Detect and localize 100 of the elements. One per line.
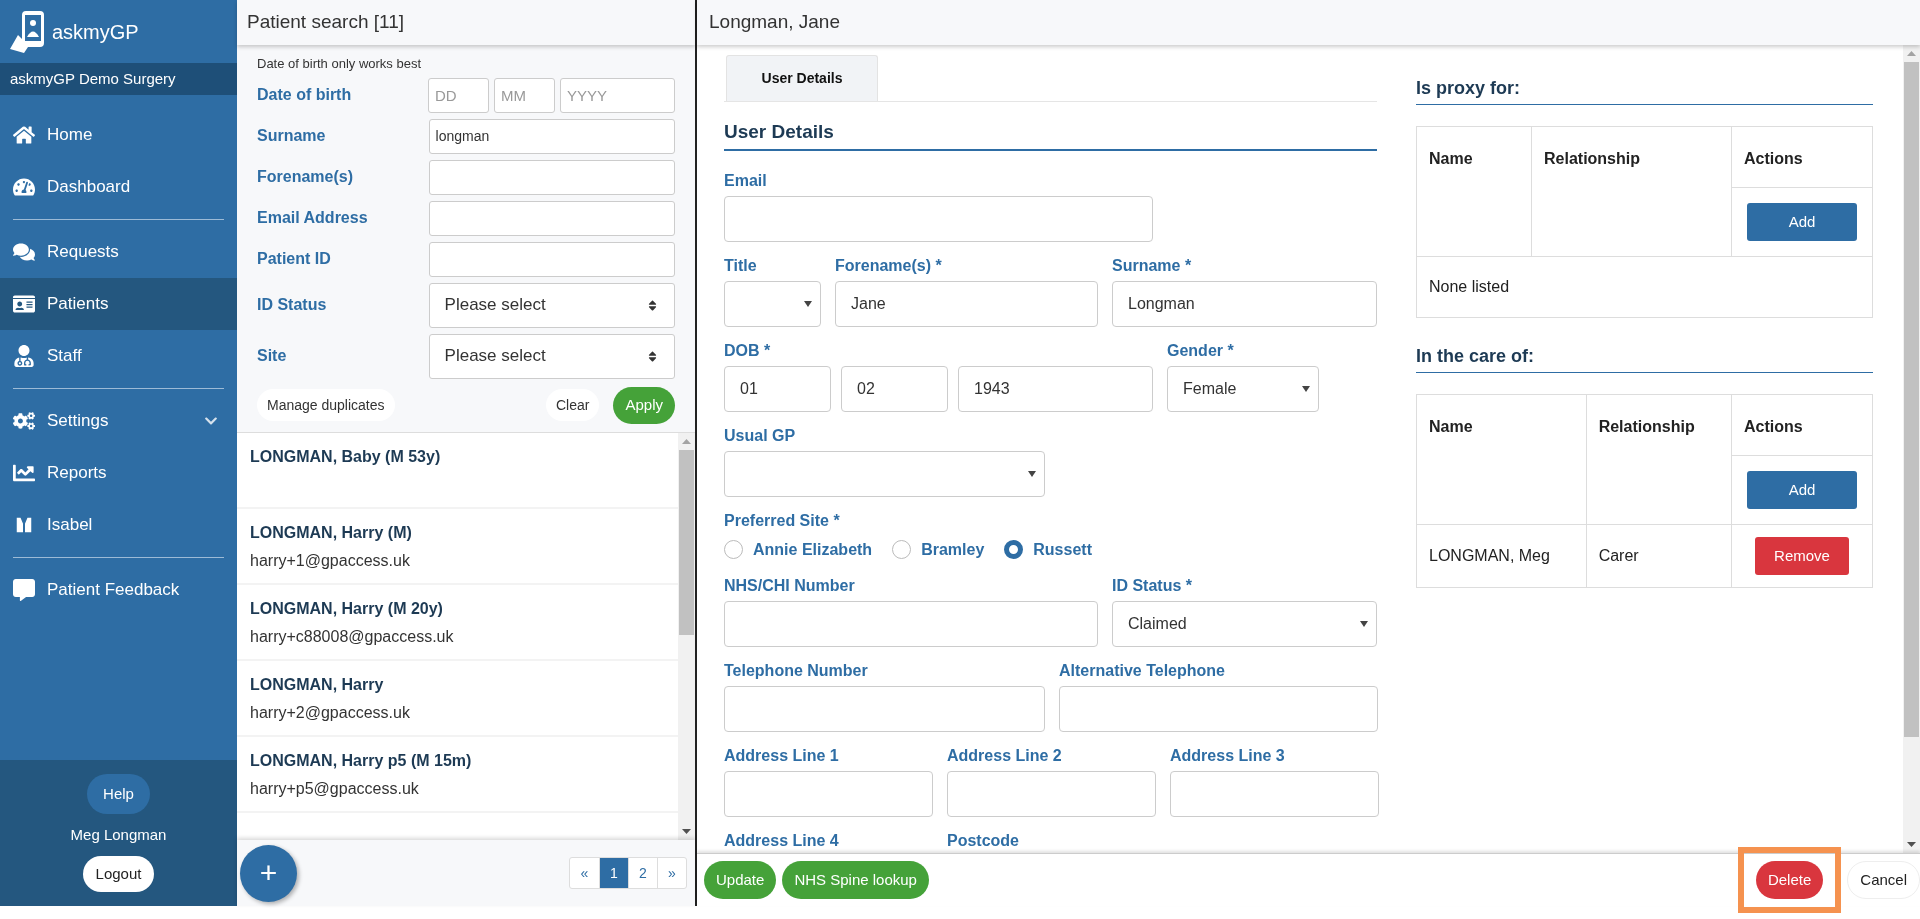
nav-item[interactable]: Requests	[0, 226, 237, 278]
clear-button[interactable]: Clear	[546, 389, 600, 421]
nav-item[interactable]: Patients	[0, 278, 237, 330]
nav-item[interactable]: Staff	[0, 330, 237, 382]
select-field[interactable]: Please select	[428, 282, 675, 328]
field-label: Email Address	[257, 208, 369, 228]
select-field[interactable]	[724, 280, 821, 327]
scroll-up-icon[interactable]	[1907, 51, 1916, 56]
page-link[interactable]: «	[570, 858, 599, 888]
field-label: Email	[724, 170, 768, 191]
action-button[interactable]: NHS Spine lookup	[782, 861, 929, 899]
date-input[interactable]: 1943	[958, 365, 1153, 412]
add-patient-button[interactable]: +	[240, 844, 297, 902]
radio-option[interactable]: Russett	[1004, 537, 1092, 562]
action-button[interactable]: Cancel	[1847, 861, 1920, 899]
sort-arrows-icon	[646, 298, 659, 312]
page-link[interactable]: 1	[599, 858, 628, 888]
action-button[interactable]: Delete	[1755, 861, 1824, 899]
text-input[interactable]	[428, 241, 675, 277]
add-button[interactable]: Add	[1747, 471, 1857, 509]
scrollbar-thumb[interactable]	[1904, 62, 1919, 737]
logo-text: askmyGP	[52, 19, 139, 45]
column-header: Relationship	[1586, 394, 1732, 525]
date-input[interactable]: DD	[428, 77, 489, 113]
text-input[interactable]	[1170, 770, 1379, 817]
caret-icon	[1360, 620, 1368, 627]
nav-item[interactable]: Reports	[0, 447, 237, 499]
field-label: NHS/CHI Number	[724, 575, 856, 596]
select-field[interactable]: Female	[1167, 365, 1319, 412]
gauge-icon	[13, 176, 35, 198]
speech-bubble-icon	[13, 579, 35, 601]
field-label: Forename(s) *	[835, 255, 943, 276]
tab[interactable]: User Details	[726, 55, 878, 101]
text-input[interactable]	[724, 600, 1098, 647]
text-input[interactable]	[428, 159, 675, 195]
nav-item[interactable]: Settings	[0, 395, 237, 447]
field-label: Site	[257, 346, 288, 366]
text-input[interactable]: longman	[428, 118, 675, 154]
date-input[interactable]: 01	[724, 365, 831, 412]
column-header: Actions	[1731, 126, 1873, 188]
field-label: Preferred Site *	[724, 510, 841, 531]
select-field[interactable]: Please select	[428, 333, 675, 379]
text-input[interactable]: Longman	[1112, 280, 1377, 327]
action-button[interactable]: Update	[704, 861, 777, 899]
user-name: Meg Longman	[70, 824, 167, 845]
page-link[interactable]: 2	[628, 858, 657, 888]
text-input[interactable]: Jane	[835, 280, 1098, 327]
page-link[interactable]: »	[657, 858, 686, 888]
caret-icon	[1028, 470, 1036, 477]
date-input[interactable]: YYYY	[560, 77, 675, 113]
date-input[interactable]: 02	[841, 365, 948, 412]
help-button[interactable]: Help	[87, 773, 150, 814]
field-label: Gender *	[1167, 340, 1235, 361]
text-input[interactable]	[724, 770, 933, 817]
remove-button[interactable]: Remove	[1755, 537, 1849, 575]
doctor-icon	[13, 345, 35, 367]
text-input[interactable]	[724, 195, 1153, 242]
text-input[interactable]	[724, 685, 1045, 732]
field-label: DOB *	[724, 340, 772, 361]
field-label: Postcode	[947, 830, 1020, 851]
field-label: Date of birth	[257, 85, 353, 105]
select-field[interactable]	[724, 450, 1045, 497]
add-button[interactable]: Add	[1747, 203, 1857, 241]
nav-item[interactable]: Isabel	[0, 499, 237, 551]
empty-message: None listed	[1416, 256, 1873, 318]
chat-bubbles-icon	[13, 241, 35, 263]
scrollbar-thumb[interactable]	[679, 449, 694, 635]
field-label: Address Line 4	[724, 830, 840, 851]
home-icon	[13, 124, 35, 146]
apply-button[interactable]: Apply	[613, 386, 675, 424]
nav-item[interactable]: Dashboard	[0, 161, 237, 213]
id-card-icon	[13, 293, 35, 315]
manage-duplicates-button[interactable]: Manage duplicates	[257, 389, 395, 421]
patient-title: Longman, Jane	[709, 10, 840, 35]
practice-name: askmyGP Demo Surgery	[0, 63, 237, 95]
field-label: Surname *	[1112, 255, 1193, 276]
column-header: Actions	[1731, 394, 1873, 456]
text-input[interactable]	[1059, 685, 1378, 732]
scroll-up-icon[interactable]	[682, 438, 691, 444]
radio-option[interactable]: Bramley	[892, 537, 985, 562]
logout-button[interactable]: Logout	[82, 856, 155, 893]
date-input[interactable]: MM	[494, 77, 555, 113]
field-label: Address Line 1	[724, 745, 840, 766]
field-label: Forename(s)	[257, 167, 355, 187]
text-input[interactable]	[428, 200, 675, 236]
field-label: Surname	[257, 126, 327, 146]
text-input[interactable]	[947, 770, 1156, 817]
column-header: Relationship	[1531, 126, 1732, 257]
nav-item[interactable]: Home	[0, 109, 237, 161]
caret-icon	[804, 300, 812, 307]
field-label: Address Line 3	[1170, 745, 1286, 766]
scroll-down-icon[interactable]	[682, 829, 691, 834]
nav-item[interactable]: Patient Feedback	[0, 564, 237, 616]
radio-option[interactable]: Annie Elizabeth	[724, 537, 873, 562]
field-label: ID Status	[257, 295, 328, 315]
select-field[interactable]: Claimed	[1112, 600, 1377, 647]
table-cell: Carer	[1586, 524, 1732, 588]
scroll-down-icon[interactable]	[1907, 842, 1916, 847]
field-label: Patient ID	[257, 249, 332, 269]
search-hint: Date of birth only works best	[257, 55, 423, 73]
